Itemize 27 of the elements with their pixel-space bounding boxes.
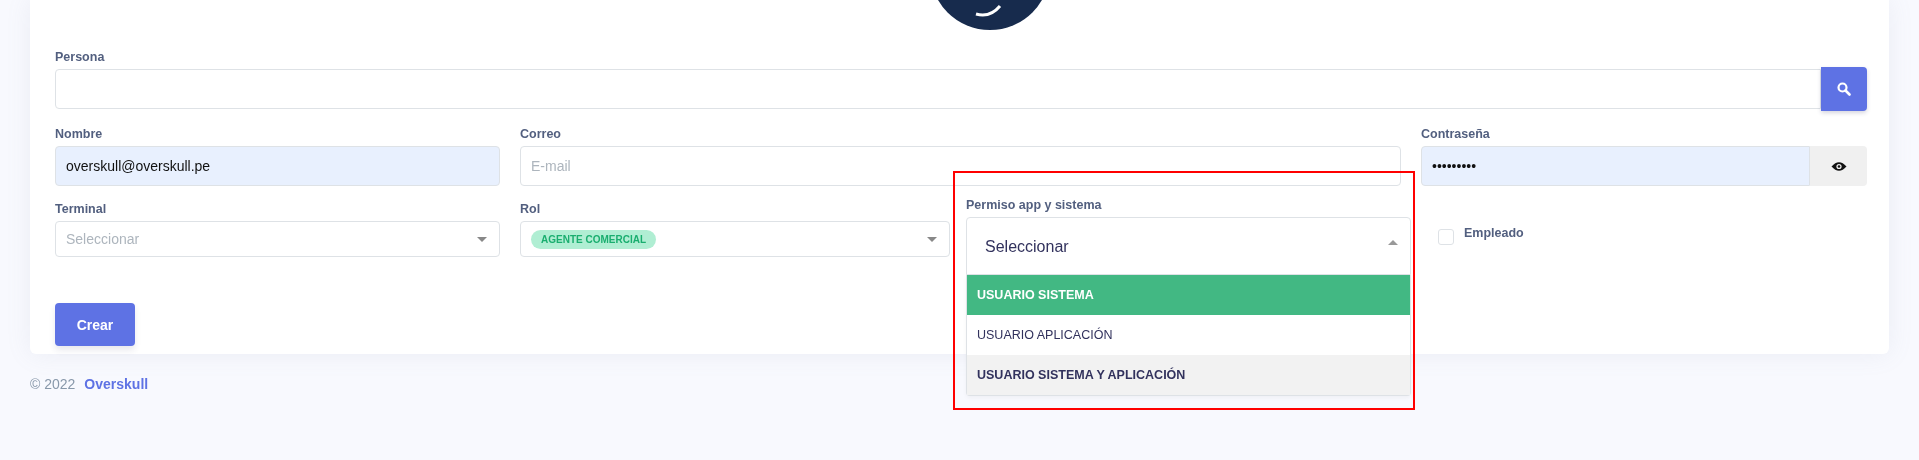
show-password-button[interactable] [1810,146,1867,186]
create-button[interactable]: Crear [55,303,135,346]
field-label: Contraseña [1421,127,1491,141]
field-label: Correo [520,127,562,141]
password-field[interactable]: ••••••••• [1421,146,1810,186]
field-label: Rol [520,202,542,216]
caret-icon [477,236,487,242]
field-label: Terminal [55,202,108,216]
email-field[interactable]: E-mail [520,146,1401,186]
dropdown-option[interactable]: USUARIO SISTEMA Y APLICACIÓN [967,355,1410,395]
dropdown-option[interactable]: USUARIO APLICACIÓN [967,315,1410,355]
field-label: Permiso app y sistema [966,198,1103,212]
checkbox[interactable] [1438,229,1454,245]
caret-icon [1388,240,1398,245]
search-icon [1837,82,1851,96]
caret-icon [927,236,937,242]
eye-icon [1830,160,1847,172]
role-tag: AGENTE COMERCIAL [531,229,656,249]
field-label: Nombre [55,127,104,141]
brand-link[interactable]: Overskull [84,376,149,392]
persona-field[interactable] [55,69,1821,109]
checkbox-label: Empleado [1464,226,1524,240]
field-label: Persona [55,50,106,64]
permission-select[interactable]: Seleccionar [966,217,1411,275]
name-field[interactable]: overskull@overskull.pe [55,146,500,186]
copyright-text: © 2022 [30,376,76,392]
search-button[interactable] [1821,67,1867,111]
